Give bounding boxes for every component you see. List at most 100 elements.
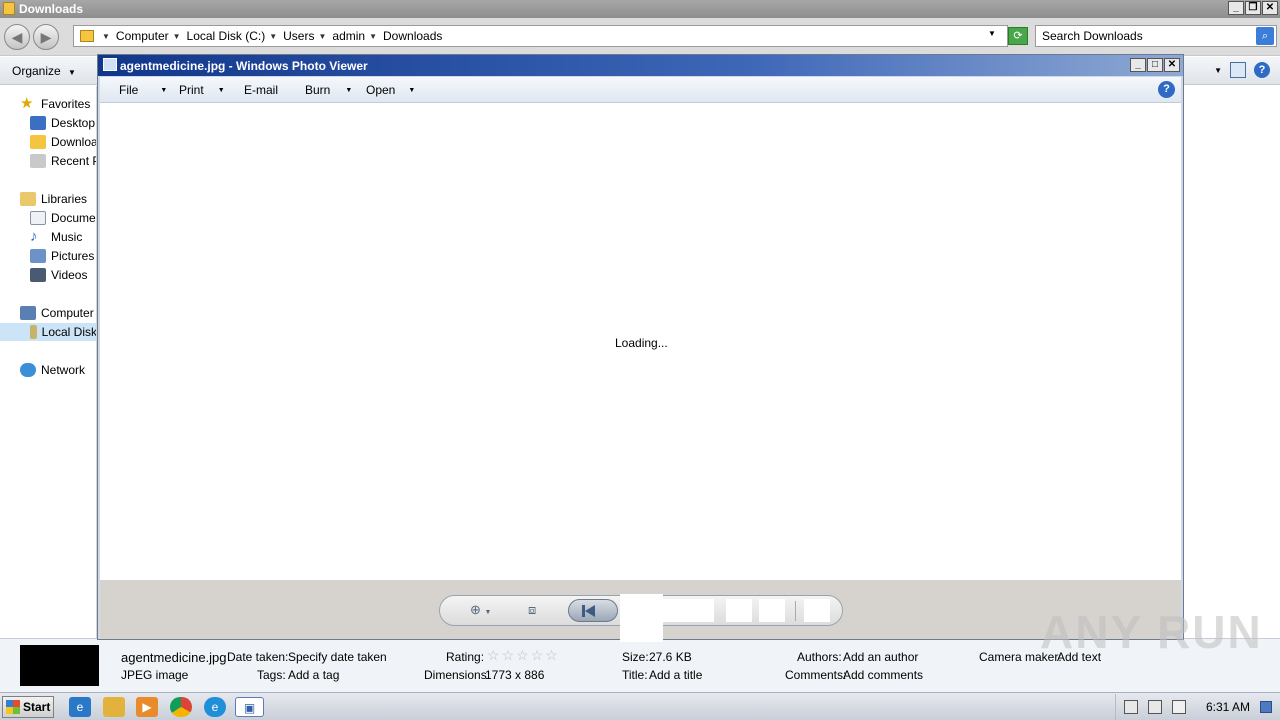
search-icon[interactable]: ⌕ bbox=[1256, 27, 1274, 45]
delete-button[interactable] bbox=[804, 599, 830, 622]
breadcrumb-computer[interactable]: Computer bbox=[116, 29, 169, 43]
sidebar-item-libraries[interactable]: Libraries bbox=[20, 190, 87, 208]
help-icon[interactable]: ? bbox=[1254, 62, 1270, 78]
sidebar-item-pictures[interactable]: Pictures bbox=[30, 247, 94, 265]
computer-icon bbox=[20, 306, 36, 320]
photo-viewer-taskbar-icon[interactable]: ▣ bbox=[235, 697, 264, 717]
star-icon[interactable]: ☆ bbox=[545, 647, 558, 664]
file-explorer-icon[interactable] bbox=[103, 697, 125, 717]
size-label: Size: bbox=[622, 650, 649, 664]
comments-value[interactable]: Add comments bbox=[843, 668, 923, 682]
help-icon[interactable]: ? bbox=[1158, 81, 1175, 98]
back-button[interactable]: ◀ bbox=[4, 24, 30, 50]
sidebar-item-documents[interactable]: Documen bbox=[30, 209, 96, 227]
rating-stars[interactable]: ☆ ☆ ☆ ☆ ☆ bbox=[487, 647, 558, 664]
dimensions-value: 1773 x 886 bbox=[485, 668, 545, 682]
menu-print[interactable]: Print ▼ bbox=[179, 83, 225, 97]
photo-viewer-menubar: File ▼ Print ▼ E-mail Burn ▼ Open ▼ ? bbox=[100, 77, 1181, 103]
divider bbox=[795, 601, 796, 621]
menu-open[interactable]: Open ▼ bbox=[366, 83, 415, 97]
address-bar-area: ◀ ▶ ▼ Computer ▼ Local Disk (C:) ▼ Users ▼ … bbox=[0, 18, 1280, 56]
menu-email-label: E-mail bbox=[244, 83, 279, 97]
menu-file[interactable]: File ▼ bbox=[119, 83, 167, 97]
menu-print-label: Print bbox=[179, 83, 204, 97]
sidebar-item-network[interactable]: Network bbox=[20, 361, 85, 379]
breadcrumb-downloads[interactable]: Downloads bbox=[383, 29, 442, 43]
tags-value[interactable]: Add a tag bbox=[288, 668, 339, 682]
sidebar-item-videos[interactable]: Videos bbox=[30, 266, 87, 284]
maximize-button[interactable]: □ bbox=[1147, 58, 1163, 72]
breadcrumb-users[interactable]: Users bbox=[283, 29, 314, 43]
breadcrumb-admin[interactable]: admin bbox=[332, 29, 365, 43]
organize-button[interactable]: Organize ▼ bbox=[12, 64, 76, 78]
action-center-flag-icon[interactable] bbox=[1171, 700, 1186, 714]
taskbar: Start e ▶ e ▣ 6:31 AM bbox=[0, 692, 1280, 720]
recent-places-icon bbox=[30, 154, 46, 168]
sidebar-item-recent[interactable]: Recent Pl bbox=[30, 152, 96, 170]
title-value[interactable]: Add a title bbox=[649, 668, 702, 682]
local-disk-icon bbox=[30, 325, 37, 339]
network-tray-icon[interactable] bbox=[1147, 700, 1162, 714]
forward-button[interactable]: ▶ bbox=[33, 24, 59, 50]
menu-email[interactable]: E-mail bbox=[244, 83, 278, 97]
star-icon[interactable]: ☆ bbox=[531, 647, 544, 664]
sidebar-item-favorites[interactable]: ★ Favorites bbox=[20, 95, 90, 113]
media-player-icon[interactable]: ▶ bbox=[136, 697, 158, 717]
explorer-titlebar[interactable]: Downloads _ ❐ ✕ bbox=[0, 0, 1280, 18]
rotate-counterclockwise-button[interactable] bbox=[726, 599, 752, 622]
actual-size-icon[interactable]: ⧈ bbox=[528, 602, 536, 618]
address-bar[interactable]: ▼ Computer ▼ Local Disk (C:) ▼ Users ▼ admi… bbox=[73, 25, 1008, 47]
libraries-icon bbox=[20, 192, 36, 206]
photo-viewer-titlebar[interactable]: agentmedicine.jpg - Windows Photo Viewer… bbox=[98, 55, 1183, 76]
preview-pane-icon[interactable] bbox=[1230, 62, 1246, 78]
chevron-down-icon[interactable]: ▼ bbox=[102, 32, 110, 41]
restore-button[interactable]: ❐ bbox=[1245, 1, 1261, 15]
date-taken-value[interactable]: Specify date taken bbox=[288, 650, 387, 664]
sidebar-label: Computer bbox=[41, 306, 94, 320]
chevron-down-icon[interactable]: ▼ bbox=[369, 32, 377, 41]
star-icon[interactable]: ☆ bbox=[516, 647, 529, 664]
sidebar-item-downloads[interactable]: Downloac bbox=[30, 133, 96, 151]
view-options-dropdown[interactable]: ▼ bbox=[1214, 66, 1222, 75]
clock[interactable]: 6:31 AM bbox=[1206, 700, 1250, 714]
refresh-icon[interactable]: ⟳ bbox=[1008, 27, 1028, 45]
folder-icon bbox=[3, 2, 15, 15]
volume-icon[interactable] bbox=[1123, 700, 1138, 714]
breadcrumb-local-disk[interactable]: Local Disk (C:) bbox=[187, 29, 266, 43]
show-desktop-icon[interactable] bbox=[1260, 701, 1272, 713]
menu-burn-label: Burn bbox=[305, 83, 331, 97]
search-placeholder: Search Downloads bbox=[1042, 29, 1143, 43]
play-slideshow-button[interactable] bbox=[620, 594, 663, 642]
chrome-icon[interactable] bbox=[170, 697, 192, 717]
next-button[interactable] bbox=[663, 599, 714, 622]
sidebar-item-local-disk[interactable]: Local Disk bbox=[0, 323, 96, 341]
chevron-down-icon[interactable]: ▼ bbox=[173, 32, 181, 41]
sidebar-item-music[interactable]: ♪ Music bbox=[30, 228, 82, 246]
menu-burn[interactable]: Burn ▼ bbox=[305, 83, 352, 97]
image-canvas: Loading... bbox=[100, 103, 1181, 580]
control-bar: ⊕ ▼ ⧈ bbox=[439, 594, 843, 642]
star-icon[interactable]: ☆ bbox=[502, 647, 515, 664]
close-button[interactable]: ✕ bbox=[1164, 58, 1180, 72]
minimize-button[interactable]: _ bbox=[1130, 58, 1146, 72]
sidebar-item-desktop[interactable]: Desktop bbox=[30, 114, 95, 132]
chevron-down-icon: ▼ bbox=[345, 86, 353, 94]
search-input[interactable]: Search Downloads ⌕ bbox=[1035, 25, 1277, 47]
start-button[interactable]: Start bbox=[2, 696, 54, 718]
details-filetype: JPEG image bbox=[121, 668, 189, 682]
sidebar-label: Network bbox=[41, 363, 86, 377]
address-history-dropdown[interactable]: ▼ bbox=[988, 29, 996, 38]
internet-explorer-icon[interactable]: e bbox=[69, 697, 91, 717]
authors-value[interactable]: Add an author bbox=[843, 650, 918, 664]
previous-button[interactable] bbox=[568, 599, 618, 622]
zoom-icon[interactable]: ⊕ ▼ bbox=[470, 602, 491, 618]
rotate-clockwise-button[interactable] bbox=[759, 599, 785, 622]
star-icon[interactable]: ☆ bbox=[487, 647, 500, 664]
close-button[interactable]: ✕ bbox=[1262, 1, 1278, 15]
minimize-button[interactable]: _ bbox=[1228, 1, 1244, 15]
edge-icon[interactable]: e bbox=[204, 697, 226, 717]
title-label: Title: bbox=[622, 668, 648, 682]
chevron-down-icon[interactable]: ▼ bbox=[318, 32, 326, 41]
sidebar-item-computer[interactable]: Computer bbox=[20, 304, 94, 322]
chevron-down-icon[interactable]: ▼ bbox=[269, 32, 277, 41]
